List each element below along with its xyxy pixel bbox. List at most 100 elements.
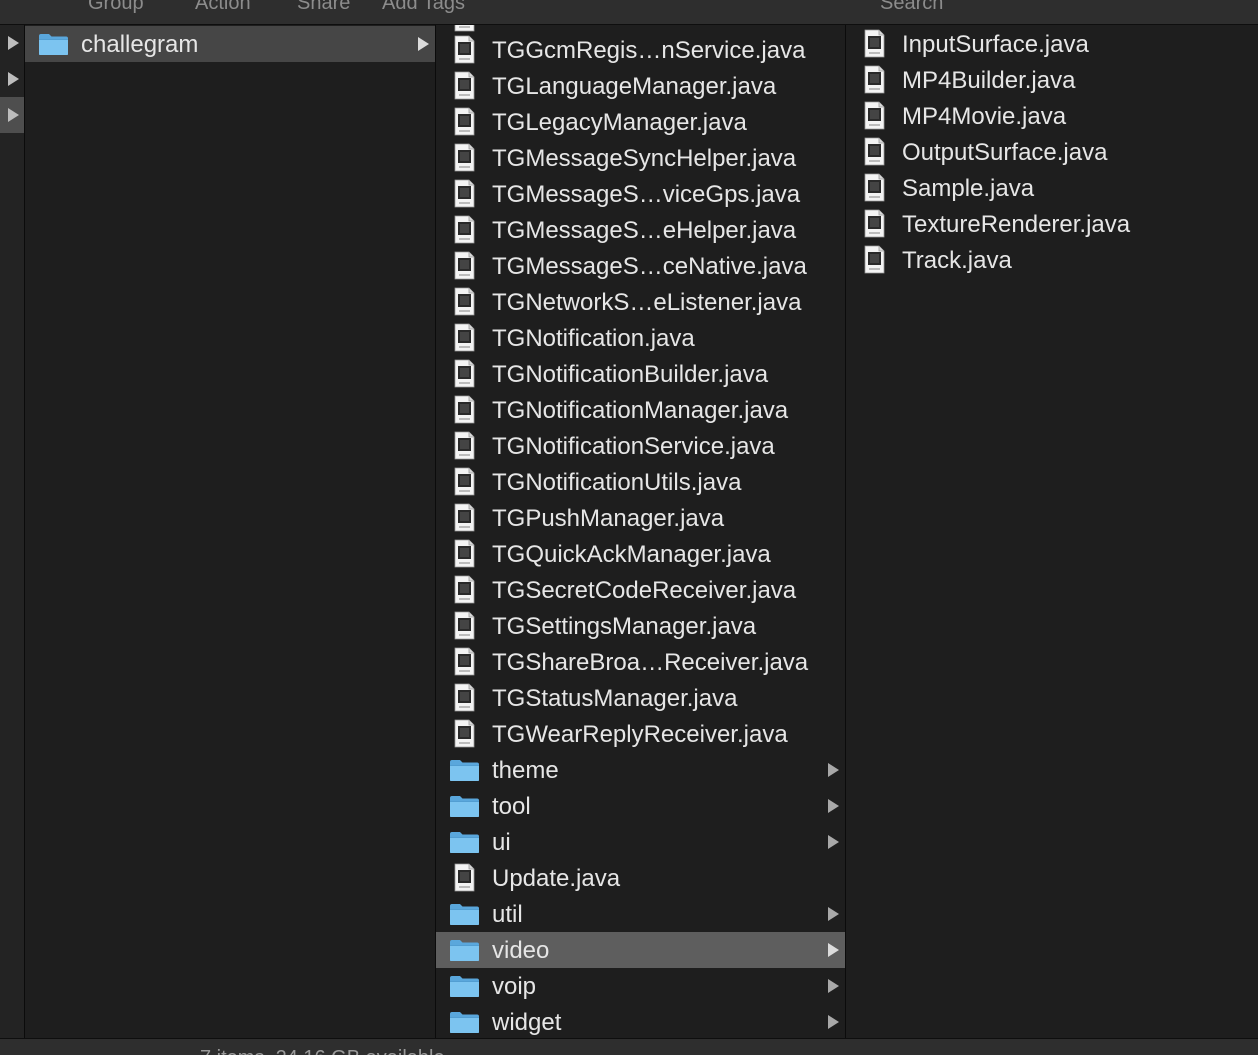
java-file-icon: [454, 503, 475, 532]
item-label: tool: [492, 793, 531, 820]
java-file-icon: [864, 245, 885, 274]
file-row-update-java[interactable]: Update.java: [436, 860, 845, 896]
chevron-right-icon: [828, 1015, 839, 1029]
file-row-sample-java[interactable]: Sample.java: [846, 170, 1257, 206]
chevron-right-icon: [828, 943, 839, 957]
file-row-tgnotificationmanager-java[interactable]: TGNotificationManager.java: [436, 392, 845, 428]
item-label: TGNotificationManager.java: [492, 397, 789, 424]
file-row-tgmessages-ehelper-java[interactable]: TGMessageS…eHelper.java: [436, 212, 845, 248]
item-label: TGShareBroa…Receiver.java: [492, 649, 809, 676]
add-tags-button[interactable]: Add Tags: [382, 0, 465, 15]
chevron-right-icon: [828, 907, 839, 921]
item-label: Update.java: [492, 865, 621, 892]
folder-row-util[interactable]: util: [436, 896, 845, 932]
file-row-tglanguagemanager-java[interactable]: TGLanguageManager.java: [436, 68, 845, 104]
file-row-track-java[interactable]: Track.java: [846, 242, 1257, 278]
item-label: InputSurface.java: [902, 31, 1089, 58]
folder-icon: [38, 32, 69, 56]
item-label: MP4Movie.java: [902, 103, 1067, 130]
file-row-inputsurface-java[interactable]: InputSurface.java: [846, 26, 1257, 62]
chevron-right-icon: [828, 763, 839, 777]
java-file-icon: [864, 29, 885, 58]
file-row-tgnotificationservice-java[interactable]: TGNotificationService.java: [436, 428, 845, 464]
folder-row-ui[interactable]: ui: [436, 824, 845, 860]
folder-icon: [449, 974, 480, 998]
parent-row-1[interactable]: [0, 25, 24, 61]
file-row-tgnotificationutils-java[interactable]: TGNotificationUtils.java: [436, 464, 845, 500]
item-label: TGPushManager.java: [492, 505, 725, 532]
file-row-tgsettingsmanager-java[interactable]: TGSettingsManager.java: [436, 608, 845, 644]
column-2[interactable]: TGGcmRegis…nService.java TGLanguageManage…: [436, 25, 846, 1038]
item-label: video: [492, 937, 550, 964]
folder-row-widget[interactable]: widget: [436, 1004, 845, 1038]
java-file-icon: [454, 35, 475, 64]
file-row-tgnotificationbuilder-java[interactable]: TGNotificationBuilder.java: [436, 356, 845, 392]
item-label: TGNotificationBuilder.java: [492, 361, 769, 388]
share-button[interactable]: Share: [297, 0, 350, 15]
file-row-mp4movie-java[interactable]: MP4Movie.java: [846, 98, 1257, 134]
java-file-icon: [454, 143, 475, 172]
java-file-icon: [454, 287, 475, 316]
file-row-tgsecretcodereceiver-java[interactable]: TGSecretCodeReceiver.java: [436, 572, 845, 608]
group-button[interactable]: Group: [88, 0, 144, 15]
file-row-texturerenderer-java[interactable]: TextureRenderer.java: [846, 206, 1257, 242]
file-row-tgnotification-java[interactable]: TGNotification.java: [436, 320, 845, 356]
file-row-tgpushmanager-java[interactable]: TGPushManager.java: [436, 500, 845, 536]
item-label: TGSettingsManager.java: [492, 613, 757, 640]
item-label: widget: [492, 1009, 562, 1036]
java-file-icon: [864, 173, 885, 202]
java-file-icon: [454, 323, 475, 352]
item-label: TGNotification.java: [492, 325, 695, 352]
java-file-icon: [454, 107, 475, 136]
item-label: challegram: [81, 31, 199, 58]
file-row-tgsharebroa-receiver-java[interactable]: TGShareBroa…Receiver.java: [436, 644, 845, 680]
folder-row-challegram[interactable]: challegram: [25, 26, 435, 62]
folder-row-voip[interactable]: voip: [436, 968, 845, 1004]
item-label: MP4Builder.java: [902, 67, 1076, 94]
java-file-icon: [864, 137, 885, 166]
file-row-tgmessages-vicegps-java[interactable]: TGMessageS…viceGps.java: [436, 176, 845, 212]
parent-row-3[interactable]: [0, 97, 24, 133]
folder-row-tool[interactable]: tool: [436, 788, 845, 824]
folder-row-theme[interactable]: theme: [436, 752, 845, 788]
item-label: TGNotificationService.java: [492, 433, 775, 460]
java-file-icon: [454, 251, 475, 280]
action-button[interactable]: Action: [195, 0, 251, 15]
java-file-icon: [454, 71, 475, 100]
java-file-icon: [454, 395, 475, 424]
column-1[interactable]: challegram: [25, 25, 436, 1038]
item-label: TGSecretCodeReceiver.java: [492, 577, 797, 604]
file-row-tgmessages-cenative-java[interactable]: TGMessageS…ceNative.java: [436, 248, 845, 284]
parent-row-2[interactable]: [0, 61, 24, 97]
file-row-tgquickackmanager-java[interactable]: TGQuickAckManager.java: [436, 536, 845, 572]
file-row-outputsurface-java[interactable]: OutputSurface.java: [846, 134, 1257, 170]
chevron-right-icon: [418, 37, 429, 51]
file-row-tgnetworks-elistener-java[interactable]: TGNetworkS…eListener.java: [436, 284, 845, 320]
column-parent[interactable]: [0, 25, 25, 1038]
item-label: TGLanguageManager.java: [492, 73, 777, 100]
java-file-icon: [454, 179, 475, 208]
file-row-mp4builder-java[interactable]: MP4Builder.java: [846, 62, 1257, 98]
file-row-tggcmregis-nservice-java[interactable]: TGGcmRegis…nService.java: [436, 32, 845, 68]
item-label: TGLegacyManager.java: [492, 109, 747, 136]
java-file-icon: [454, 647, 475, 676]
file-row-tglegacymanager-java[interactable]: TGLegacyManager.java: [436, 104, 845, 140]
chevron-right-icon: [8, 72, 19, 86]
search-field[interactable]: Search: [880, 0, 943, 15]
item-label: Sample.java: [902, 175, 1035, 202]
file-row-tgwearreplyreceiver-java[interactable]: TGWearReplyReceiver.java: [436, 716, 845, 752]
item-label: TextureRenderer.java: [902, 211, 1131, 238]
folder-row-video[interactable]: video: [436, 932, 845, 968]
file-row-tgstatusmanager-java[interactable]: TGStatusManager.java: [436, 680, 845, 716]
column-3[interactable]: InputSurface.java MP4Builder.java MP4Movie…: [846, 25, 1257, 1038]
java-file-icon: [864, 65, 885, 94]
java-file-icon: [454, 431, 475, 460]
item-label: TGWearReplyReceiver.java: [492, 721, 788, 748]
item-label: ui: [492, 829, 511, 856]
chevron-right-icon: [8, 36, 19, 50]
item-label: OutputSurface.java: [902, 139, 1108, 166]
folder-icon: [449, 758, 480, 782]
file-row-tgmessagesynchelper-java[interactable]: TGMessageSyncHelper.java: [436, 140, 845, 176]
java-file-icon: [864, 101, 885, 130]
chevron-right-icon: [828, 979, 839, 993]
